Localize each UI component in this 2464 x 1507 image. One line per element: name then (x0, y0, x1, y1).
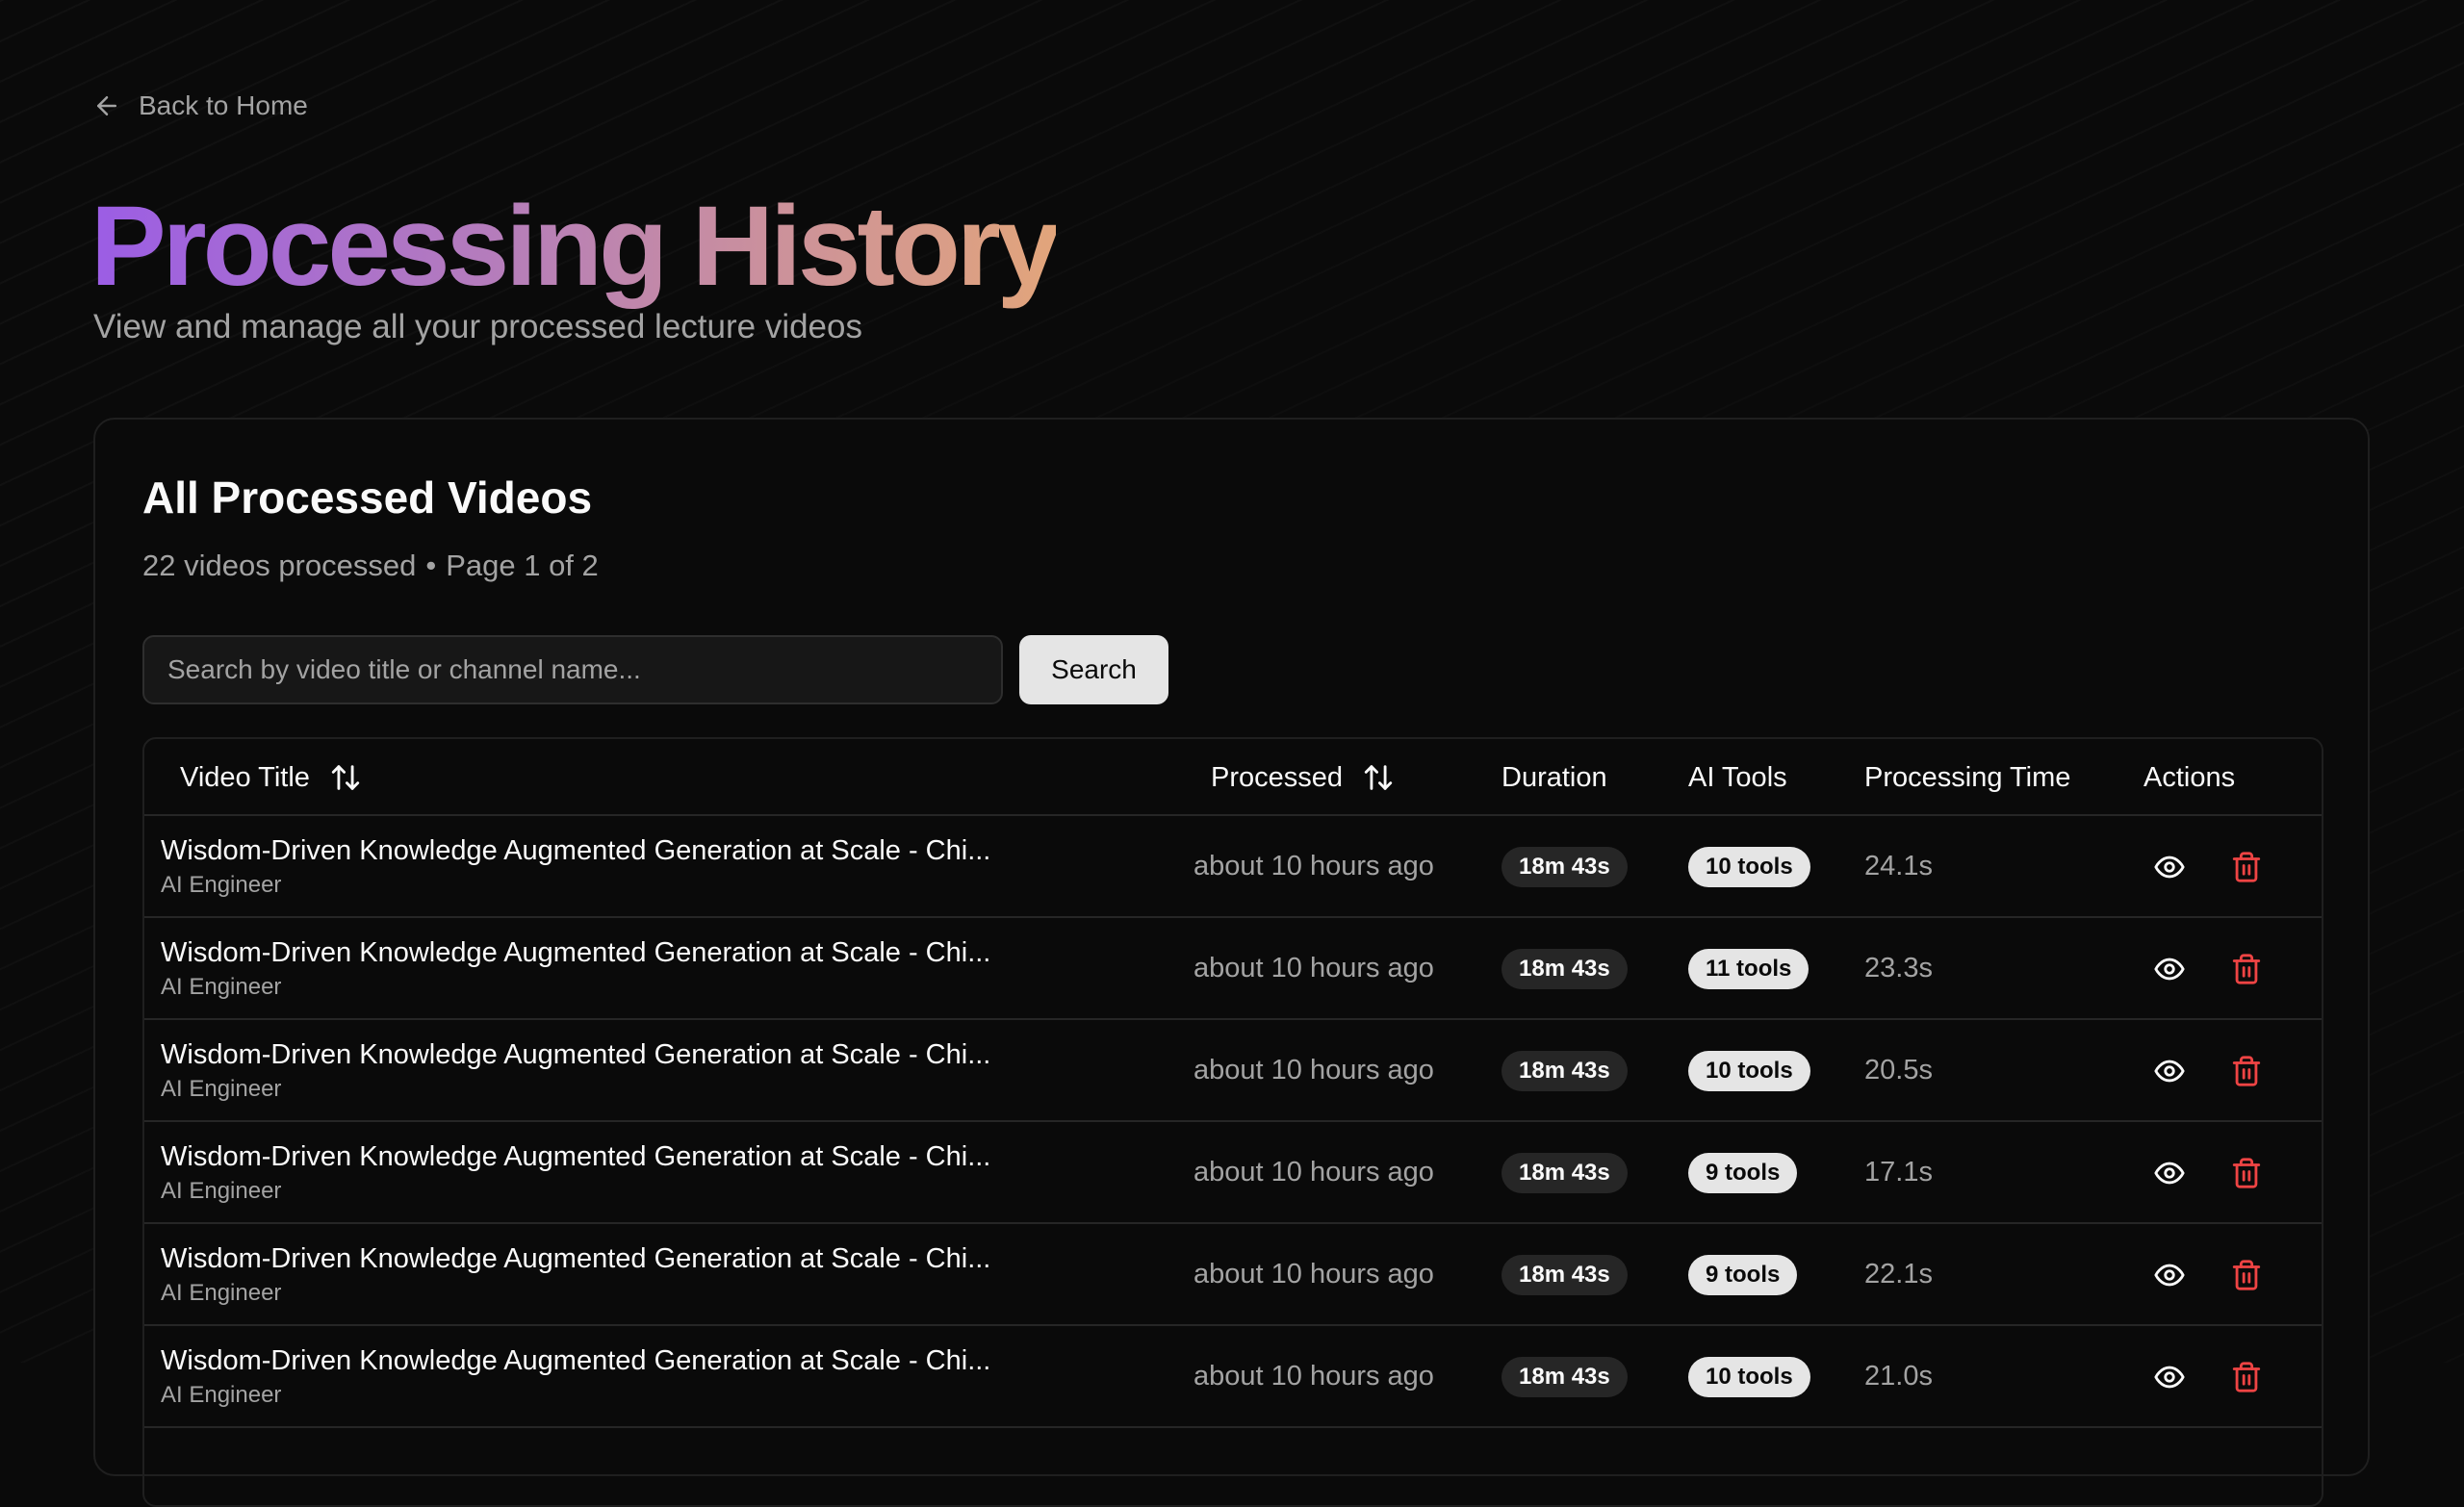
videos-table: Video Title Processed Duration AI Tools … (142, 737, 2323, 1507)
video-title: Wisdom-Driven Knowledge Augmented Genera… (161, 1345, 991, 1376)
processing-time: 17.1s (1864, 1157, 1933, 1188)
trash-icon (2230, 1259, 2263, 1291)
eye-icon (2153, 851, 2186, 883)
column-header-ai-tools: AI Tools (1688, 761, 1787, 793)
column-header-actions: Actions (2143, 761, 2236, 793)
video-title: Wisdom-Driven Knowledge Augmented Genera… (161, 1039, 991, 1070)
trash-icon (2230, 1157, 2263, 1189)
channel-name: AI Engineer (161, 1382, 282, 1408)
video-title: Wisdom-Driven Knowledge Augmented Genera… (161, 835, 991, 866)
ai-tools-badge: 10 tools (1688, 847, 1810, 887)
table-row[interactable]: Wisdom-Driven Knowledge Augmented Genera… (144, 1224, 2322, 1326)
view-button[interactable] (2146, 1354, 2193, 1400)
card-title: All Processed Videos (142, 473, 593, 523)
processing-time: 23.3s (1864, 953, 1933, 983)
processing-time: 21.0s (1864, 1361, 1933, 1392)
channel-name: AI Engineer (161, 1178, 282, 1204)
processed-time: about 10 hours ago (1194, 1259, 1434, 1290)
table-header: Video Title Processed Duration AI Tools … (144, 739, 2322, 816)
view-button[interactable] (2146, 1150, 2193, 1196)
channel-name: AI Engineer (161, 1280, 282, 1306)
table-row[interactable]: Wisdom-Driven Knowledge Augmented Genera… (144, 918, 2322, 1020)
column-header-video-title[interactable]: Video Title (180, 739, 362, 816)
page-title: Processing History (90, 179, 1060, 314)
delete-button[interactable] (2223, 1252, 2270, 1298)
duration-badge: 18m 43s (1502, 949, 1628, 989)
ai-tools-badge: 10 tools (1688, 1357, 1810, 1397)
trash-icon (2230, 953, 2263, 985)
ai-tools-badge: 9 tools (1688, 1153, 1798, 1193)
view-button[interactable] (2146, 1048, 2193, 1094)
page: Back to Home Processing History View and… (0, 0, 2464, 1507)
eye-icon (2153, 953, 2186, 985)
delete-button[interactable] (2223, 946, 2270, 992)
delete-button[interactable] (2223, 1048, 2270, 1094)
videos-card: All Processed Videos 22 videos processed… (93, 418, 2370, 1507)
processing-time: 20.5s (1864, 1055, 1933, 1086)
processing-time: 24.1s (1864, 851, 1933, 881)
sort-icon (329, 761, 362, 794)
processed-time: about 10 hours ago (1194, 851, 1434, 881)
duration-badge: 18m 43s (1502, 1255, 1628, 1295)
duration-badge: 18m 43s (1502, 847, 1628, 887)
duration-badge: 18m 43s (1502, 1153, 1628, 1193)
column-header-processed[interactable]: Processed (1211, 739, 1395, 816)
separator-dot: • (425, 549, 437, 582)
column-header-duration: Duration (1502, 761, 1607, 793)
table-row[interactable]: Wisdom-Driven Knowledge Augmented Genera… (144, 816, 2322, 918)
delete-button[interactable] (2223, 1354, 2270, 1400)
trash-icon (2230, 1361, 2263, 1393)
search-button[interactable]: Search (1019, 635, 1168, 704)
video-title: Wisdom-Driven Knowledge Augmented Genera… (161, 1141, 991, 1172)
eye-icon (2153, 1361, 2186, 1393)
channel-name: AI Engineer (161, 872, 282, 898)
video-title: Wisdom-Driven Knowledge Augmented Genera… (161, 937, 991, 968)
channel-name: AI Engineer (161, 1076, 282, 1102)
processed-time: about 10 hours ago (1194, 1157, 1434, 1188)
card-subtitle: 22 videos processed • Page 1 of 2 (142, 549, 599, 583)
view-button[interactable] (2146, 946, 2193, 992)
eye-icon (2153, 1259, 2186, 1291)
back-link-label: Back to Home (139, 90, 308, 120)
view-button[interactable] (2146, 844, 2193, 890)
search-input[interactable] (142, 635, 1003, 704)
table-row[interactable]: Wisdom-Driven Knowledge Augmented Genera… (144, 1326, 2322, 1428)
video-title: Wisdom-Driven Knowledge Augmented Genera… (161, 1243, 991, 1274)
channel-name: AI Engineer (161, 974, 282, 1000)
delete-button[interactable] (2223, 844, 2270, 890)
column-label: Processed (1211, 761, 1344, 793)
processed-time: about 10 hours ago (1194, 1055, 1434, 1086)
video-count: 22 videos processed (142, 549, 417, 582)
ai-tools-badge: 11 tools (1688, 949, 1810, 989)
processed-time: about 10 hours ago (1194, 1361, 1434, 1392)
trash-icon (2230, 851, 2263, 883)
ai-tools-badge: 9 tools (1688, 1255, 1798, 1295)
delete-button[interactable] (2223, 1150, 2270, 1196)
back-to-home-link[interactable]: Back to Home (92, 89, 308, 123)
duration-badge: 18m 43s (1502, 1357, 1628, 1397)
page-indicator: Page 1 of 2 (446, 549, 599, 582)
view-button[interactable] (2146, 1252, 2193, 1298)
arrow-left-icon (92, 91, 121, 120)
table-row[interactable]: Wisdom-Driven Knowledge Augmented Genera… (144, 1020, 2322, 1122)
duration-badge: 18m 43s (1502, 1051, 1628, 1091)
trash-icon (2230, 1055, 2263, 1087)
column-label: Video Title (180, 761, 310, 793)
processing-time: 22.1s (1864, 1259, 1933, 1290)
column-header-processing-time: Processing Time (1864, 761, 2071, 793)
eye-icon (2153, 1055, 2186, 1087)
processed-time: about 10 hours ago (1194, 953, 1434, 983)
page-subtitle: View and manage all your processed lectu… (93, 308, 862, 345)
ai-tools-badge: 10 tools (1688, 1051, 1810, 1091)
sort-icon (1362, 761, 1395, 794)
table-row[interactable]: Wisdom-Driven Knowledge Augmented Genera… (144, 1122, 2322, 1224)
eye-icon (2153, 1157, 2186, 1189)
